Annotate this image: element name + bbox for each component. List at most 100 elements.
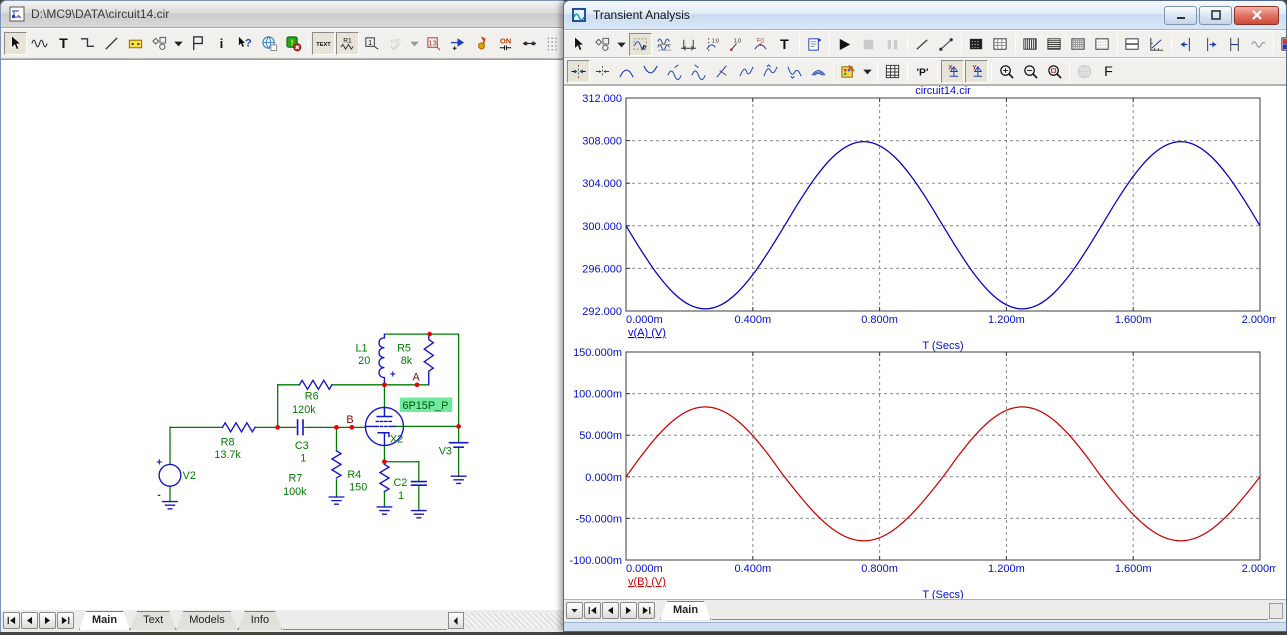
tab-main[interactable]: Main — [660, 601, 711, 620]
label-tube-model[interactable]: 6P15P_P — [403, 400, 449, 412]
next-tab-button[interactable] — [39, 612, 56, 629]
analysis-titlebar[interactable]: Transient Analysis — [564, 1, 1286, 30]
cursor-left-button[interactable] — [1175, 33, 1198, 56]
browser-button[interactable] — [258, 32, 281, 55]
caret-down-tab-button[interactable] — [566, 602, 583, 619]
data-points-button[interactable] — [965, 33, 988, 56]
close-button[interactable] — [1234, 6, 1279, 25]
function-button[interactable]: F — [1097, 60, 1120, 83]
select-mode-button[interactable] — [567, 33, 590, 56]
cursor-right-button[interactable] — [1199, 33, 1222, 56]
show-power-button[interactable] — [470, 32, 493, 55]
zoom-in-button[interactable] — [995, 60, 1018, 83]
horizontal-tag-button[interactable] — [677, 33, 700, 56]
tracker-button[interactable] — [1145, 33, 1168, 56]
prev-tab-button[interactable] — [602, 602, 619, 619]
grid-both-button[interactable] — [1067, 33, 1090, 56]
tag-formula-button[interactable]: F() — [749, 33, 772, 56]
scroll-left-button[interactable] — [448, 612, 464, 629]
node-voltages-dropdown-button[interactable] — [408, 32, 421, 55]
first-tab-button[interactable] — [3, 612, 20, 629]
cursor-next-button[interactable] — [591, 60, 614, 83]
shape-dropdown-button[interactable] — [172, 32, 185, 55]
graphics-dropdown-button[interactable] — [615, 33, 628, 56]
tab-main[interactable]: Main — [79, 611, 130, 630]
zoom-region-button[interactable] — [1043, 60, 1066, 83]
tab-text[interactable]: Text — [130, 611, 176, 630]
first-tab-button[interactable] — [584, 602, 601, 619]
plot-frame[interactable] — [626, 98, 1260, 311]
shape-mode-button[interactable] — [148, 32, 171, 55]
series-label-link[interactable]: v(A) (V) — [628, 327, 666, 339]
go-to-slope-button[interactable] — [711, 60, 734, 83]
run-button[interactable] — [833, 33, 856, 56]
wire-orthogonal-button[interactable] — [76, 32, 99, 55]
next-peak-button[interactable] — [663, 60, 686, 83]
cursor-align-button[interactable] — [1223, 33, 1246, 56]
cursor-mode-button[interactable] — [653, 33, 676, 56]
split-plot-button[interactable] — [1121, 33, 1144, 56]
text-mode-button[interactable]: T — [52, 32, 75, 55]
tab-models[interactable]: Models — [176, 611, 237, 630]
global-high-button[interactable] — [759, 60, 782, 83]
properties-button[interactable] — [803, 33, 826, 56]
envelope-button[interactable] — [807, 60, 830, 83]
go-to-y-button[interactable]: Y — [965, 60, 988, 83]
next-tab-button[interactable] — [620, 602, 637, 619]
last-tab-button[interactable] — [638, 602, 655, 619]
series-label-link[interactable]: v(B) (V) — [628, 576, 666, 588]
grid-button[interactable] — [542, 32, 565, 55]
show-condition-button[interactable]: ON — [494, 32, 517, 55]
flag-mode-button[interactable] — [186, 32, 209, 55]
line-mode-button[interactable] — [911, 33, 934, 56]
tab-info[interactable]: Info — [238, 611, 282, 630]
plot-properties-button[interactable] — [1277, 33, 1287, 56]
color-menu-button[interactable] — [837, 60, 860, 83]
schematic-canvas[interactable]: L1 20 R5 8k R6 120k R8 13.7k C3 1 R7 100… — [1, 59, 567, 610]
last-tab-button[interactable] — [57, 612, 74, 629]
show-node-voltages-button[interactable]: VIP — [384, 32, 407, 55]
global-low-button[interactable] — [783, 60, 806, 83]
go-to-inflection-button[interactable] — [735, 60, 758, 83]
component-mode-button[interactable] — [124, 32, 147, 55]
tag-value-button[interactable]: 1.0 — [725, 33, 748, 56]
zoom-out-button[interactable] — [1019, 60, 1042, 83]
show-pin-connections-button[interactable] — [518, 32, 541, 55]
line-mode-button[interactable] — [100, 32, 123, 55]
show-node-numbers-button[interactable]: 1 — [360, 32, 383, 55]
cursor-mode-button[interactable] — [567, 60, 590, 83]
schematic-titlebar[interactable]: D:\MC9\DATA\circuit14.cir — [1, 1, 567, 28]
go-to-x-button[interactable]: X — [941, 60, 964, 83]
grid-vertical-button[interactable] — [1019, 33, 1042, 56]
resize-stub[interactable] — [1269, 603, 1283, 619]
go-to-peak-button[interactable] — [615, 60, 638, 83]
show-pin-numbers-button[interactable]: 13 — [422, 32, 445, 55]
text-mode-button[interactable]: T — [773, 33, 796, 56]
show-current-button[interactable] — [446, 32, 469, 55]
help-mode-button[interactable]: ? — [234, 32, 257, 55]
grid-horizontal-button[interactable] — [1043, 33, 1066, 56]
go-to-valley-button[interactable] — [639, 60, 662, 83]
show-attribute-text-button[interactable]: R1 — [336, 32, 359, 55]
prev-tab-button[interactable] — [21, 612, 38, 629]
grid-dotted-button[interactable] — [1091, 33, 1114, 56]
pause-button[interactable] — [881, 33, 904, 56]
scale-mode-button[interactable] — [629, 33, 652, 56]
plot-frame[interactable] — [626, 352, 1260, 560]
stop-button[interactable] — [857, 33, 880, 56]
color-dropdown-button[interactable] — [861, 60, 874, 83]
numeric-output-button[interactable] — [881, 60, 904, 83]
wire-mode-button[interactable] — [28, 32, 51, 55]
watch-button[interactable] — [1073, 60, 1096, 83]
token-grid-button[interactable] — [989, 33, 1012, 56]
disable-mode-button[interactable]: ! — [282, 32, 305, 55]
show-grid-text-button[interactable]: TEXT — [312, 32, 335, 55]
plot-area[interactable]: circuit14.cir312.000308.000304.000300.00… — [564, 85, 1286, 600]
graphics-menu-button[interactable] — [591, 33, 614, 56]
line-data-mode-button[interactable] — [935, 33, 958, 56]
vertical-tag-button[interactable]: 1.0 — [701, 33, 724, 56]
maximize-button[interactable] — [1199, 6, 1232, 25]
go-to-performance-button[interactable]: 'P' — [911, 60, 934, 83]
info-mode-button[interactable]: i — [210, 32, 233, 55]
smooth-button[interactable] — [1247, 33, 1270, 56]
